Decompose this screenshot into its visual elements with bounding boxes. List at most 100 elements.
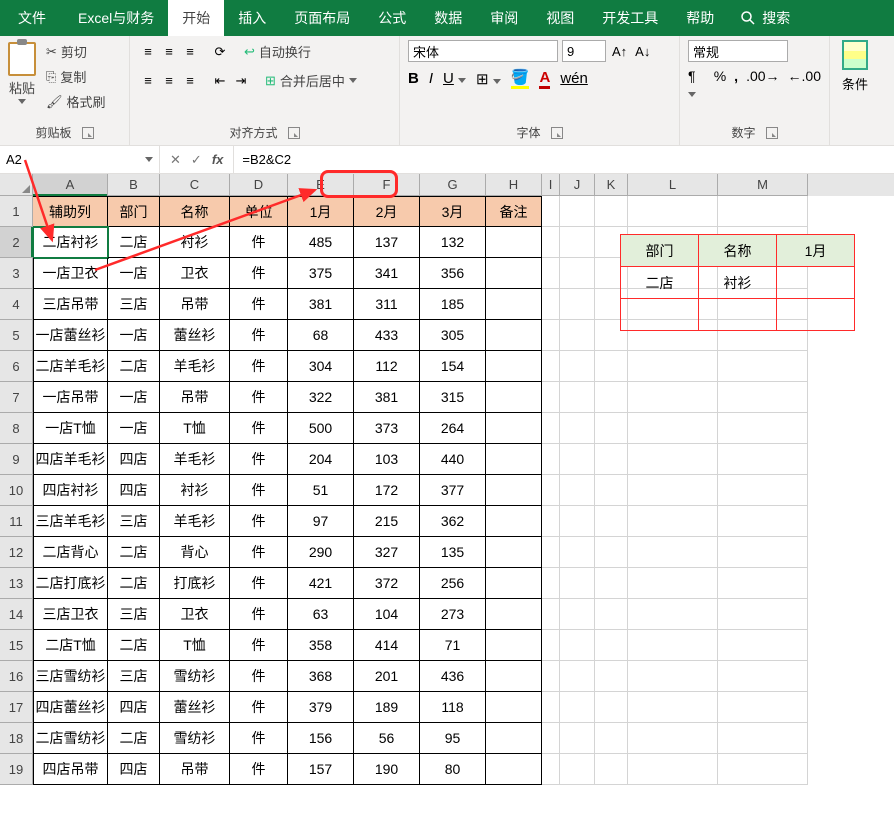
cell[interactable]: 备注 xyxy=(486,196,542,227)
row-header[interactable]: 17 xyxy=(0,692,33,723)
cell[interactable]: 375 xyxy=(288,258,354,289)
col-header-e[interactable]: E xyxy=(288,174,354,196)
row-header[interactable]: 2 xyxy=(0,227,33,258)
cell[interactable] xyxy=(595,196,628,227)
cell[interactable] xyxy=(718,289,808,320)
cell[interactable] xyxy=(595,289,628,320)
cell[interactable] xyxy=(718,630,808,661)
cell[interactable] xyxy=(560,289,595,320)
cell[interactable] xyxy=(628,382,718,413)
cell[interactable] xyxy=(628,320,718,351)
tab-formulas[interactable]: 公式 xyxy=(364,0,420,36)
cell[interactable]: 二店雪纺衫 xyxy=(33,723,108,754)
tab-data[interactable]: 数据 xyxy=(420,0,476,36)
cell[interactable] xyxy=(628,630,718,661)
cell[interactable] xyxy=(595,413,628,444)
cell[interactable]: 327 xyxy=(354,537,420,568)
cell[interactable]: 四店羊毛衫 xyxy=(33,444,108,475)
cell[interactable]: 打底衫 xyxy=(160,568,230,599)
cell[interactable]: 356 xyxy=(420,258,486,289)
cell[interactable] xyxy=(595,568,628,599)
row-header[interactable]: 11 xyxy=(0,506,33,537)
cell[interactable] xyxy=(595,506,628,537)
cell[interactable]: 2月 xyxy=(354,196,420,227)
comma-button[interactable]: , xyxy=(734,68,738,100)
cell[interactable]: 414 xyxy=(354,630,420,661)
cell[interactable]: 羊毛衫 xyxy=(160,351,230,382)
cell[interactable]: 单位 xyxy=(230,196,288,227)
cell[interactable]: 372 xyxy=(354,568,420,599)
cell[interactable]: 衬衫 xyxy=(160,475,230,506)
cell[interactable] xyxy=(718,196,808,227)
cell[interactable] xyxy=(560,258,595,289)
cell[interactable]: 71 xyxy=(420,630,486,661)
cell[interactable]: 97 xyxy=(288,506,354,537)
cell[interactable]: 485 xyxy=(288,227,354,258)
vertical-align-buttons[interactable]: ≡≡≡ xyxy=(138,42,200,62)
row-header[interactable]: 6 xyxy=(0,351,33,382)
conditional-format-button[interactable]: 条件 xyxy=(830,36,880,145)
cell[interactable] xyxy=(560,475,595,506)
cell[interactable]: 衬衫 xyxy=(160,227,230,258)
cell[interactable] xyxy=(560,196,595,227)
col-header-d[interactable]: D xyxy=(230,174,288,196)
underline-button[interactable]: U xyxy=(443,70,466,87)
cell[interactable]: 315 xyxy=(420,382,486,413)
cell[interactable]: 四店 xyxy=(108,444,160,475)
decrease-font-button[interactable]: A↓ xyxy=(633,44,652,59)
cell[interactable]: 362 xyxy=(420,506,486,537)
cell[interactable]: 157 xyxy=(288,754,354,785)
row-header[interactable]: 18 xyxy=(0,723,33,754)
cell[interactable] xyxy=(542,196,560,227)
cell[interactable]: 135 xyxy=(420,537,486,568)
cell[interactable]: 部门 xyxy=(108,196,160,227)
cell[interactable] xyxy=(628,506,718,537)
number-format-select[interactable] xyxy=(688,40,788,62)
clipboard-dialog-launcher[interactable] xyxy=(82,127,94,139)
cell[interactable] xyxy=(486,382,542,413)
cell[interactable]: 三店 xyxy=(108,506,160,537)
cell[interactable]: 322 xyxy=(288,382,354,413)
cell[interactable]: 件 xyxy=(230,382,288,413)
font-dialog-launcher[interactable] xyxy=(551,127,563,139)
row-header[interactable]: 5 xyxy=(0,320,33,351)
border-button[interactable]: ⊞ xyxy=(476,70,501,88)
cell[interactable] xyxy=(560,754,595,785)
orientation-button[interactable]: ⟳ xyxy=(210,42,230,62)
cell[interactable] xyxy=(486,630,542,661)
row-header[interactable]: 10 xyxy=(0,475,33,506)
font-name-select[interactable] xyxy=(408,40,558,62)
cell[interactable]: 305 xyxy=(420,320,486,351)
merge-center-button[interactable]: ⊞ 合并后居中 xyxy=(261,69,361,92)
cell[interactable] xyxy=(628,599,718,630)
cell[interactable]: 154 xyxy=(420,351,486,382)
cell[interactable] xyxy=(542,568,560,599)
cell[interactable] xyxy=(486,754,542,785)
cell[interactable]: 二店T恤 xyxy=(33,630,108,661)
cell[interactable] xyxy=(595,692,628,723)
cell[interactable]: 三店羊毛衫 xyxy=(33,506,108,537)
cell[interactable] xyxy=(486,692,542,723)
cell[interactable]: 一店吊带 xyxy=(33,382,108,413)
cell[interactable] xyxy=(542,723,560,754)
search-area[interactable]: 搜索 xyxy=(728,8,802,28)
cell[interactable] xyxy=(628,289,718,320)
cell[interactable] xyxy=(542,227,560,258)
cell[interactable]: 卫衣 xyxy=(160,258,230,289)
tab-home[interactable]: 开始 xyxy=(168,0,224,36)
cell[interactable] xyxy=(560,537,595,568)
cell[interactable]: 112 xyxy=(354,351,420,382)
cell[interactable]: 三店吊带 xyxy=(33,289,108,320)
cell[interactable] xyxy=(628,196,718,227)
cell[interactable] xyxy=(486,537,542,568)
cell[interactable] xyxy=(718,754,808,785)
col-header-m[interactable]: M xyxy=(718,174,808,196)
cell[interactable]: 辅助列 xyxy=(33,196,108,227)
cell[interactable]: 103 xyxy=(354,444,420,475)
row-header[interactable]: 12 xyxy=(0,537,33,568)
cell[interactable] xyxy=(486,475,542,506)
cell[interactable] xyxy=(542,661,560,692)
cell[interactable]: 381 xyxy=(288,289,354,320)
cell[interactable]: 四店 xyxy=(108,692,160,723)
row-header[interactable]: 4 xyxy=(0,289,33,320)
